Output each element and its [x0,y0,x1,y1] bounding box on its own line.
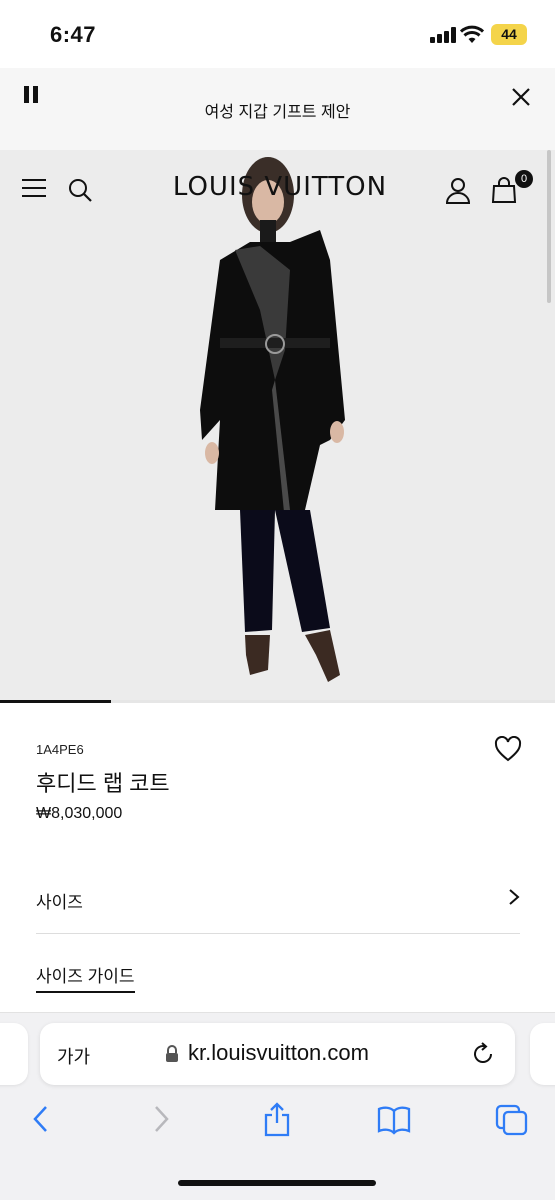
forward-icon[interactable] [150,1101,172,1137]
page-scroll-indicator [547,150,551,303]
cellular-signal-icon [430,27,456,43]
promo-banner: 여성 지갑 기프트 제안 [0,68,555,150]
bag-count-badge: 0 [515,170,533,188]
chevron-right-icon [509,889,520,905]
product-name: 후디드 랩 코트 [36,771,170,796]
size-label: 사이즈 [36,893,83,912]
previous-tab-preview[interactable] [0,1023,28,1085]
product-price: ₩8,030,000 [36,805,123,822]
product-reference: 1A4PE6 [36,742,84,757]
browser-chrome: 가가 kr.louisvuitton.com [0,1012,555,1200]
brand-logo[interactable]: LOUIS VUITTON [160,172,400,202]
search-icon[interactable] [67,177,93,203]
close-icon[interactable] [508,84,534,110]
wifi-icon [460,25,484,43]
gallery-progress [0,700,555,703]
menu-icon[interactable] [22,177,48,199]
status-time: 6:47 [50,22,97,47]
size-selector[interactable]: 사이즈 [36,870,520,934]
bookmarks-icon[interactable] [376,1101,412,1137]
lock-icon [166,1045,178,1062]
account-icon[interactable] [445,176,471,204]
heart-icon[interactable] [494,736,522,762]
tabs-icon[interactable] [495,1101,529,1137]
share-icon[interactable] [262,1101,292,1137]
home-indicator [178,1180,376,1186]
size-guide-link[interactable]: 사이즈 가이드 [36,962,135,993]
shopping-bag-icon[interactable] [490,176,518,204]
gallery-progress-fill [0,700,111,703]
product-hero-image[interactable]: LOUIS VUITTON [0,150,555,703]
browser-toolbar [0,1101,555,1141]
url-text[interactable]: kr.louisvuitton.com [188,1040,369,1066]
battery-indicator: 44 [491,24,527,45]
site-header: LOUIS VUITTON [0,150,555,230]
text-size-button[interactable]: 가가 [57,1043,90,1069]
model-photo [200,157,345,682]
promo-text[interactable]: 여성 지갑 기프트 제안 [0,98,555,122]
reload-icon[interactable] [470,1041,496,1067]
next-tab-preview[interactable] [530,1023,555,1085]
status-bar: 6:47 44 [0,0,555,68]
back-icon[interactable] [30,1101,52,1137]
address-bar[interactable]: 가가 kr.louisvuitton.com [40,1023,515,1085]
